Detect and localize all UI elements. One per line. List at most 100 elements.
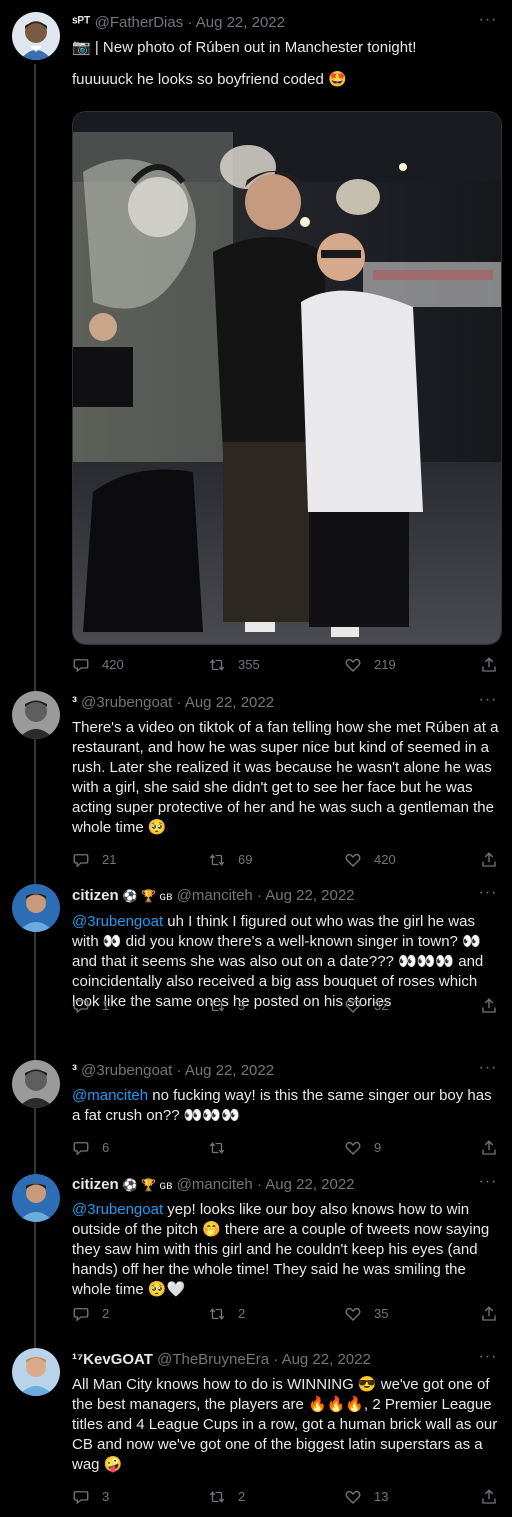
timestamp[interactable]: Aug 22, 2022 [185, 694, 274, 711]
display-name[interactable]: ¹⁷KevGOAT [72, 1351, 153, 1368]
avatar[interactable] [12, 12, 60, 60]
like-button[interactable]: 9 [344, 1138, 454, 1158]
avatar[interactable] [12, 691, 60, 739]
share-icon [482, 1140, 496, 1155]
reply-button[interactable]: 3 [72, 1487, 182, 1507]
tweet-actions: 21 69 420 [72, 850, 500, 870]
display-name[interactable]: citizen [72, 887, 119, 904]
handle[interactable]: @TheBruyneEra [157, 1351, 269, 1368]
more-options-icon[interactable]: ··· [478, 692, 498, 713]
reply-icon [73, 1000, 89, 1014]
retweet-count: 355 [238, 657, 260, 672]
like-button[interactable]: 219 [344, 655, 454, 675]
photo-image [73, 112, 501, 644]
share-button[interactable] [480, 996, 500, 1016]
like-button[interactable]: 35 [344, 1304, 454, 1324]
avatar-photo-icon [12, 1348, 60, 1396]
retweet-count: 3 [238, 998, 246, 1013]
retweet-icon [209, 1307, 225, 1321]
avatar[interactable] [12, 1060, 60, 1108]
more-options-icon[interactable]: ··· [478, 1060, 498, 1081]
reply-button[interactable]: 420 [72, 655, 182, 675]
separator-dot: · [176, 694, 182, 711]
retweet-button[interactable] [208, 1138, 318, 1158]
reply-count: 1 [102, 998, 110, 1013]
retweet-icon [209, 853, 225, 867]
like-button[interactable]: 13 [344, 1487, 454, 1507]
tweet-actions: 420 355 219 [72, 655, 500, 675]
reply-icon [73, 854, 89, 868]
heart-icon [345, 853, 361, 867]
display-name[interactable]: ˢᴾᵀ [72, 14, 90, 31]
tweet-text: There's a video on tiktok of a fan telli… [72, 719, 499, 836]
timestamp[interactable]: Aug 22, 2022 [196, 14, 285, 31]
timestamp[interactable]: Aug 22, 2022 [185, 1062, 274, 1079]
like-count: 420 [374, 852, 396, 867]
timestamp[interactable]: Aug 22, 2022 [265, 1176, 354, 1193]
avatar-photo-icon [12, 12, 60, 60]
more-options-icon[interactable]: ··· [478, 885, 498, 906]
tweet-text: 📷 | New photo of Rúben out in Manchester… [72, 38, 500, 90]
separator-dot: · [176, 1062, 182, 1079]
mention-link[interactable]: @manciteh [72, 1087, 148, 1104]
share-button[interactable] [480, 655, 500, 675]
retweet-button[interactable]: 2 [208, 1487, 318, 1507]
tweet-reply[interactable]: ¹⁷KevGOAT @TheBruyneEra · Aug 22, 2022 ·… [0, 1342, 512, 1517]
share-button[interactable] [480, 1304, 500, 1324]
share-button[interactable] [480, 850, 500, 870]
retweet-button[interactable]: 2 [208, 1304, 318, 1324]
tweet-actions: 3 2 13 [72, 1487, 500, 1507]
mention-link[interactable]: @3rubengoat [72, 1201, 163, 1218]
reply-button[interactable]: 2 [72, 1304, 182, 1324]
tweet-reply[interactable]: ³ @3rubengoat · Aug 22, 2022 ··· There's… [0, 685, 512, 885]
share-button[interactable] [480, 1487, 500, 1507]
tweet-reply[interactable]: ³ @3rubengoat · Aug 22, 2022 ··· @mancit… [0, 1056, 512, 1166]
display-name[interactable]: ³ [72, 694, 77, 711]
like-button[interactable]: 32 [344, 996, 454, 1016]
share-button[interactable] [480, 1138, 500, 1158]
avatar[interactable] [12, 1348, 60, 1396]
handle[interactable]: @FatherDias [95, 14, 184, 31]
reply-button[interactable]: 21 [72, 850, 182, 870]
avatar[interactable] [12, 1174, 60, 1222]
mention-link[interactable]: @3rubengoat [72, 913, 163, 930]
display-name[interactable]: citizen [72, 1176, 119, 1193]
tweet-original[interactable]: ˢᴾᵀ @FatherDias · Aug 22, 2022 ··· 📷 | N… [0, 0, 512, 690]
tweet-reply[interactable]: citizen ⚽ 🏆 ɢʙ @manciteh · Aug 22, 2022 … [0, 1170, 512, 1340]
handle[interactable]: @3rubengoat [81, 694, 172, 711]
tweet-reply[interactable]: citizen ⚽ 🏆 ɢʙ @manciteh · Aug 22, 2022 … [0, 878, 512, 1048]
like-button[interactable]: 420 [344, 850, 454, 870]
like-count: 13 [374, 1489, 389, 1504]
reply-count: 2 [102, 1306, 110, 1321]
reply-button[interactable]: 1 [72, 996, 182, 1016]
heart-icon [345, 658, 361, 672]
retweet-button[interactable]: 355 [208, 655, 318, 675]
reply-count: 420 [102, 657, 124, 672]
like-count: 219 [374, 657, 396, 672]
display-name[interactable]: ³ [72, 1062, 77, 1079]
reply-button[interactable]: 6 [72, 1138, 182, 1158]
timestamp[interactable]: Aug 22, 2022 [282, 1351, 371, 1368]
retweet-icon [209, 1490, 225, 1504]
like-count: 9 [374, 1140, 382, 1155]
retweet-button[interactable]: 69 [208, 850, 318, 870]
more-options-icon[interactable]: ··· [478, 1174, 498, 1195]
tweet-actions: 2 2 35 [72, 1304, 500, 1324]
handle[interactable]: @manciteh [177, 887, 253, 904]
retweet-button[interactable]: 3 [208, 996, 318, 1016]
tweet-header: ³ @3rubengoat · Aug 22, 2022 [72, 693, 468, 713]
handle[interactable]: @manciteh [177, 1176, 253, 1193]
timestamp[interactable]: Aug 22, 2022 [265, 887, 354, 904]
heart-icon [345, 1141, 361, 1155]
tweet-text-line [72, 58, 500, 70]
avatar-photo-icon [12, 691, 60, 739]
reply-count: 6 [102, 1140, 110, 1155]
retweet-icon [209, 658, 225, 672]
more-options-icon[interactable]: ··· [478, 12, 498, 33]
avatar[interactable] [12, 884, 60, 932]
share-icon [482, 852, 496, 867]
tweet-photo[interactable] [72, 111, 502, 645]
handle[interactable]: @3rubengoat [81, 1062, 172, 1079]
more-options-icon[interactable]: ··· [478, 1349, 498, 1370]
retweet-count: 2 [238, 1489, 246, 1504]
